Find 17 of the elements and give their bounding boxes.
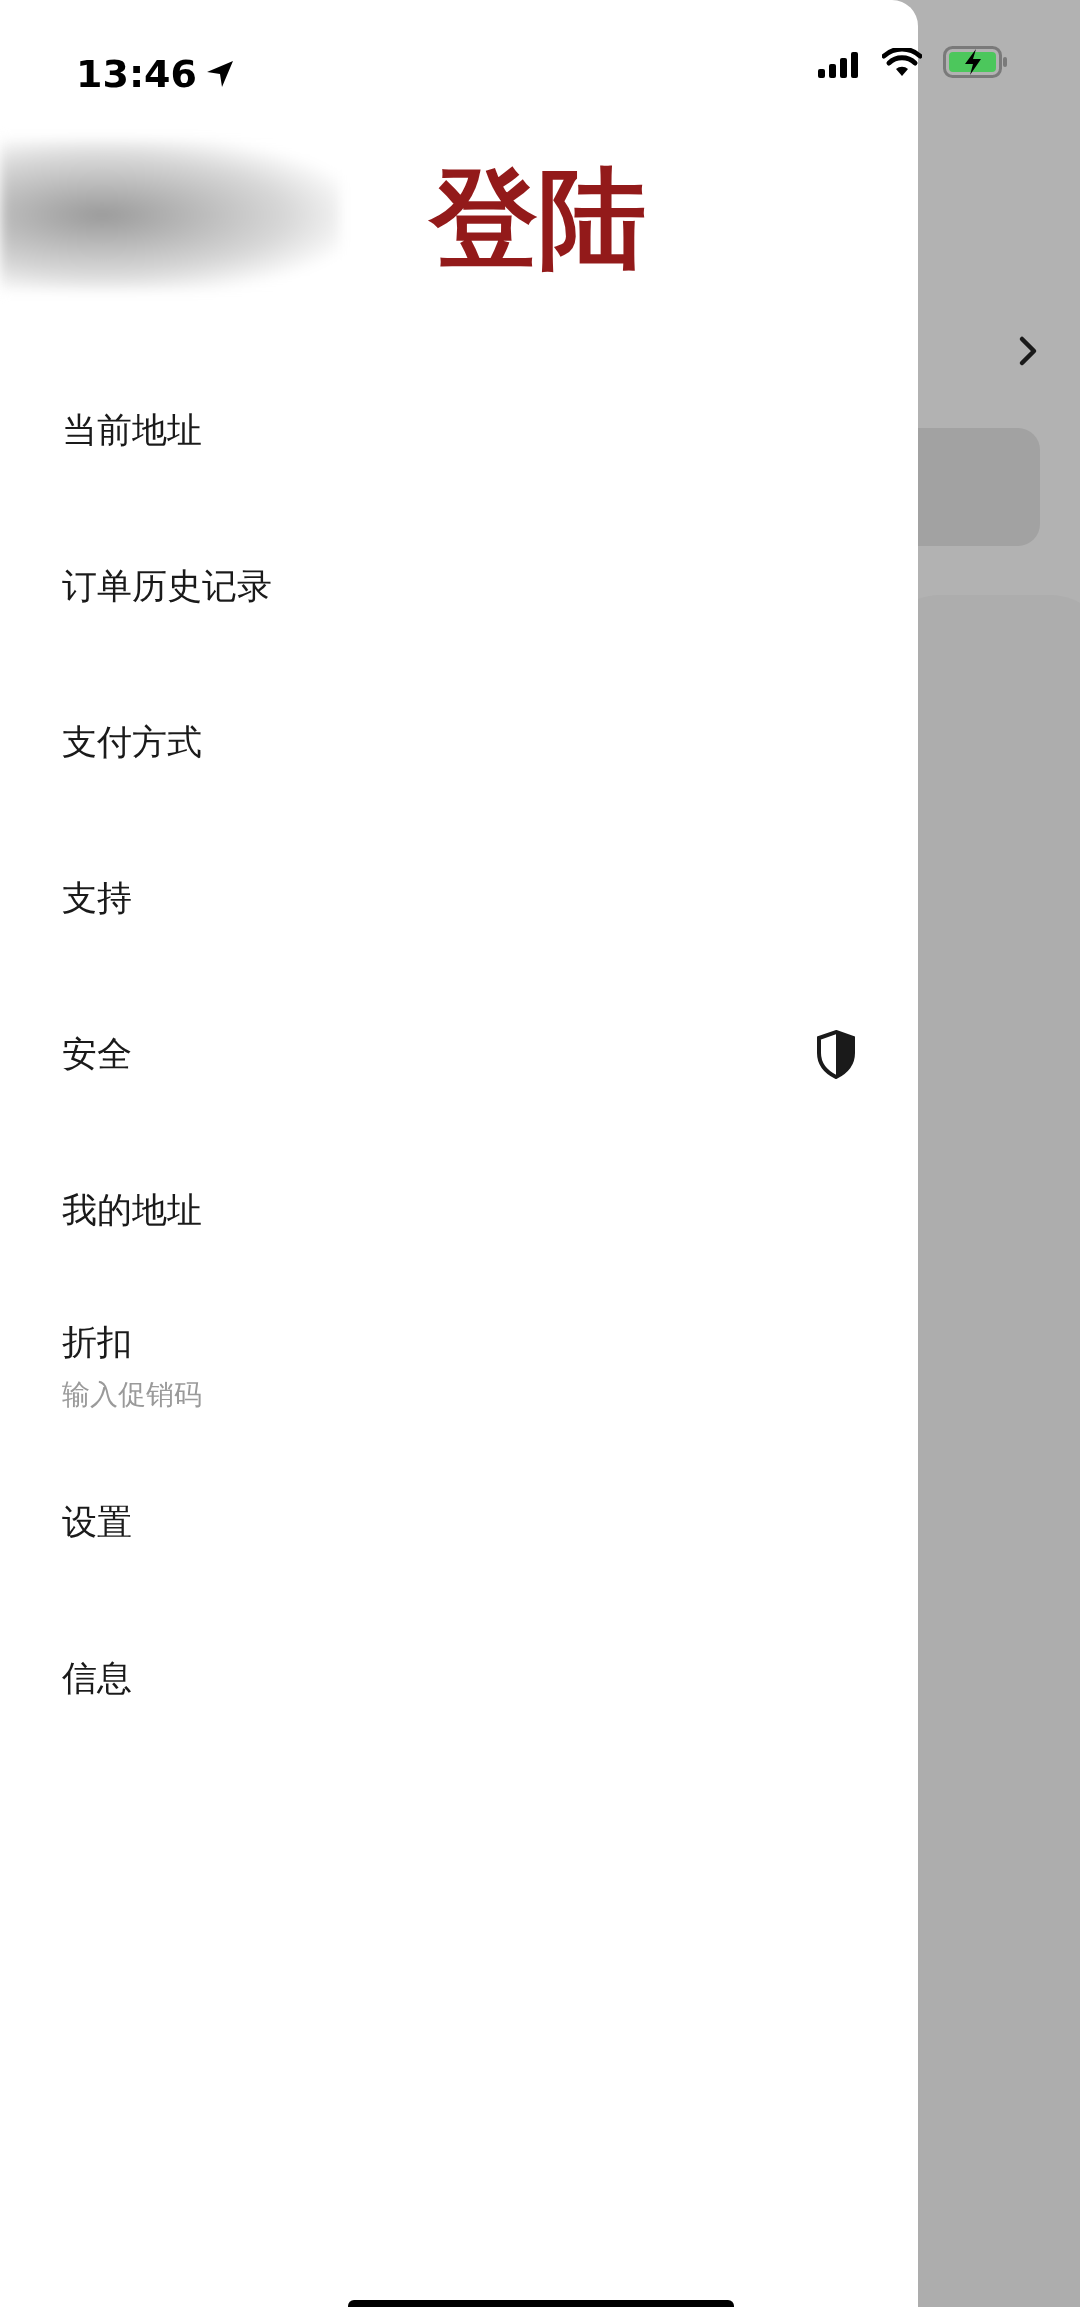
wifi-icon: [882, 48, 922, 78]
menu-item[interactable]: 支付方式: [0, 664, 918, 820]
menu-item[interactable]: 安全: [0, 976, 918, 1132]
menu-item[interactable]: 信息: [0, 1600, 918, 1756]
status-time: 13:46: [76, 50, 197, 98]
menu-item[interactable]: 当前地址: [0, 352, 918, 508]
menu-item-label[interactable]: 折扣: [62, 1315, 202, 1369]
battery-charging-icon: [943, 46, 1009, 78]
signal-icon: [818, 52, 858, 78]
shield-icon: [816, 1029, 856, 1079]
menu-item[interactable]: 设置: [0, 1444, 918, 1600]
chevron-right-icon: [1018, 335, 1038, 367]
login-title[interactable]: 登陆: [430, 160, 646, 279]
menu-item[interactable]: 我的地址: [0, 1132, 918, 1288]
menu-item[interactable]: 订单历史记录: [0, 508, 918, 664]
menu-item[interactable]: 支持: [0, 820, 918, 976]
menu-item-subtitle: 输入促销码: [62, 1377, 202, 1414]
